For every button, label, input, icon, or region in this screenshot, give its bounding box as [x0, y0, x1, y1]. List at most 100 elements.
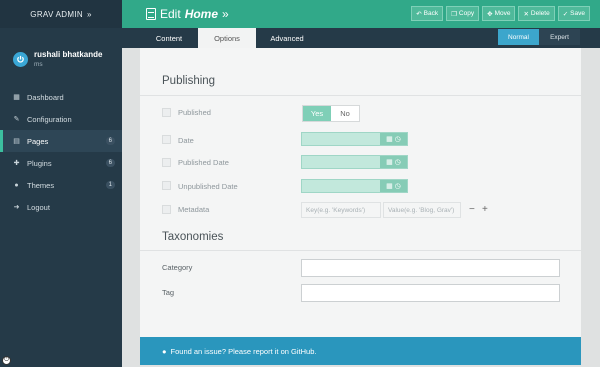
document-icon [146, 8, 156, 20]
signout-icon: ➜ [13, 204, 20, 211]
file-icon: ▤ [13, 138, 20, 145]
plug-icon: ✚ [13, 160, 20, 167]
back-button[interactable]: ↶ Back [411, 6, 444, 21]
move-label: Move [494, 10, 511, 17]
published-toggle[interactable]: Yes No [302, 105, 360, 122]
toggle-yes[interactable]: Yes [303, 106, 331, 121]
unpublished-date-input[interactable]: ▦ ◷ [301, 179, 408, 193]
date-field[interactable] [302, 133, 380, 145]
toggle-no[interactable]: No [331, 106, 359, 121]
date-input[interactable]: ▦ ◷ [301, 132, 408, 146]
sidebar-item-label: Configuration [27, 114, 72, 124]
sidebar-item-label: Themes [27, 180, 55, 190]
metadata-label: Metadata [178, 205, 210, 214]
check-icon: ✓ [562, 10, 569, 18]
metadata-checkbox[interactable] [162, 205, 171, 214]
unpublished-date-field[interactable] [302, 180, 380, 192]
calendar-icon: ▦ [386, 159, 393, 166]
date-picker[interactable]: ▦ ◷ [380, 133, 407, 145]
page-title: Edit Home » [146, 7, 229, 21]
clock-icon: ◷ [394, 183, 401, 190]
published-checkbox[interactable] [162, 108, 171, 117]
back-label: Back [423, 10, 439, 17]
mode-expert-button[interactable]: Expert [539, 29, 580, 45]
grid-icon: ▦ [13, 94, 20, 101]
category-input[interactable] [301, 259, 560, 277]
sidebar-item-label: Plugins [27, 158, 52, 168]
unpublished-date-picker[interactable]: ▦ ◷ [380, 180, 407, 192]
sidebar-item-plugins[interactable]: ✚ Plugins 6 [0, 152, 122, 174]
mode-normal-button[interactable]: Normal [498, 29, 539, 45]
user-role: ms [34, 61, 43, 68]
tab-options[interactable]: Options [198, 28, 256, 48]
copy-icon: ❐ [451, 10, 457, 18]
github-icon: ● [162, 346, 167, 356]
metadata-key-input[interactable]: Key(e.g. 'Keywords') [301, 202, 381, 218]
user-profile[interactable]: rushali bhatkande ms [0, 38, 122, 80]
divider [140, 250, 581, 251]
published-date-label: Published Date [178, 158, 229, 167]
unpublished-date-label: Unpublished Date [178, 182, 238, 191]
calendar-icon: ▦ [386, 136, 393, 143]
sidebar-item-themes[interactable]: ● Themes 1 [0, 174, 122, 196]
user-name: rushali bhatkande [34, 50, 103, 59]
date-label: Date [178, 136, 194, 145]
sidebar: GRAV ADMIN » rushali bhatkande ms ▦ Dash… [0, 0, 122, 367]
sidebar-item-configuration[interactable]: ✎ Configuration [0, 108, 122, 130]
published-date-checkbox[interactable] [162, 158, 171, 167]
copy-label: Copy [458, 10, 475, 17]
move-icon: ✥ [487, 10, 493, 18]
title-prefix: Edit [160, 7, 181, 21]
github-footer[interactable]: ● Found an issue? Please report it on Gi… [140, 337, 581, 365]
back-icon: ↶ [416, 10, 422, 18]
delete-label: Delete [530, 10, 550, 17]
sidebar-item-dashboard[interactable]: ▦ Dashboard [0, 86, 122, 108]
metadata-add-button[interactable]: + [482, 204, 488, 215]
header: Edit Home » ↶ Back ❐ Copy ✥ Move ✕ Delete ✓ S… [122, 0, 600, 28]
clock-icon: ◷ [394, 159, 401, 166]
save-label: Save [570, 10, 585, 17]
tag-input[interactable] [301, 284, 560, 302]
metadata-value-input[interactable]: Value(e.g. 'Blog, Grav') [383, 202, 461, 218]
avatar [13, 51, 28, 67]
publishing-heading: Publishing [162, 75, 216, 87]
divider [140, 95, 581, 96]
tab-content[interactable]: Content [140, 28, 198, 48]
sidebar-item-pages[interactable]: ▤ Pages 6 [0, 130, 122, 152]
metadata-remove-button[interactable]: − [469, 204, 475, 215]
close-icon: ✕ [523, 10, 529, 18]
sidebar-item-label: Logout [27, 202, 50, 212]
brand[interactable]: GRAV ADMIN » [0, 0, 122, 28]
title-chevron-icon: » [222, 7, 229, 21]
copy-button[interactable]: ❐ Copy [446, 6, 480, 21]
tab-bar: Content Options Advanced Normal Expert [122, 28, 600, 48]
sidebar-item-label: Dashboard [27, 92, 64, 102]
move-button[interactable]: ✥ Move [482, 6, 516, 21]
sidebar-item-logout[interactable]: ➜ Logout [0, 196, 122, 218]
tab-advanced[interactable]: Advanced [258, 28, 316, 48]
published-date-picker[interactable]: ▦ ◷ [380, 156, 407, 168]
calendar-icon: ▦ [386, 183, 393, 190]
wrench-icon: ✎ [13, 116, 20, 123]
count-badge: 6 [105, 159, 115, 167]
toolbar: ↶ Back ❐ Copy ✥ Move ✕ Delete ✓ Save [411, 6, 590, 21]
count-badge: 6 [105, 137, 115, 145]
footer-text: Found an issue? Please report it on GitH… [170, 346, 317, 356]
published-label: Published [178, 108, 211, 117]
unpublished-date-checkbox[interactable] [162, 181, 171, 190]
category-label: Category [162, 263, 193, 272]
title-page: Home [184, 7, 219, 21]
published-date-field[interactable] [302, 156, 380, 168]
power-avatar-icon [17, 55, 24, 63]
published-date-input[interactable]: ▦ ◷ [301, 155, 408, 169]
brand-chevron-icon: » [86, 9, 92, 19]
date-checkbox[interactable] [162, 135, 171, 144]
power-icon[interactable]: ⏻ [2, 356, 11, 365]
delete-button[interactable]: ✕ Delete [518, 6, 555, 21]
tag-label: Tag [162, 288, 175, 297]
count-badge: 1 [105, 181, 115, 189]
brand-name: GRAV ADMIN [30, 9, 83, 19]
options-panel: Publishing Published Yes No Date ▦ ◷ Publ… [140, 48, 581, 337]
clock-icon: ◷ [394, 136, 401, 143]
save-button[interactable]: ✓ Save [557, 6, 590, 21]
